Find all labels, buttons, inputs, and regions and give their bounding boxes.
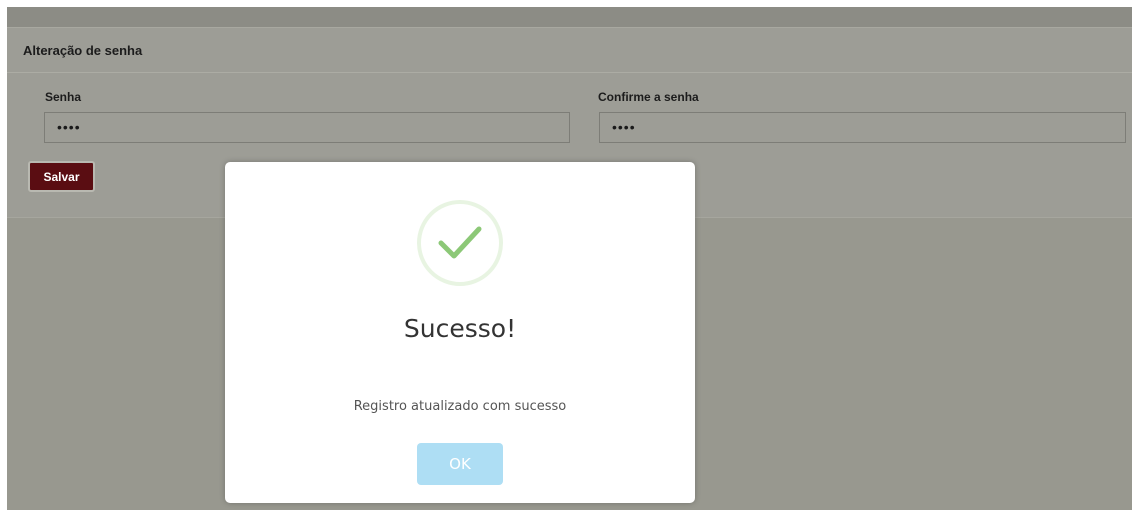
confirm-password-label: Confirme a senha xyxy=(598,90,699,104)
dialog-title: Sucesso! xyxy=(403,314,517,343)
save-button[interactable]: Salvar xyxy=(28,161,95,192)
panel-title: Alteração de senha xyxy=(7,28,1132,73)
password-label: Senha xyxy=(45,90,82,104)
success-dialog: Sucesso! Registro atualizado com sucesso… xyxy=(225,162,695,503)
top-bar xyxy=(7,7,1132,28)
password-field[interactable]: •••• xyxy=(44,112,570,143)
ok-button[interactable]: OK xyxy=(417,443,503,485)
checkmark-icon xyxy=(417,200,503,286)
dialog-message: Registro atualizado com sucesso xyxy=(353,399,567,414)
confirm-password-field[interactable]: •••• xyxy=(599,112,1126,143)
